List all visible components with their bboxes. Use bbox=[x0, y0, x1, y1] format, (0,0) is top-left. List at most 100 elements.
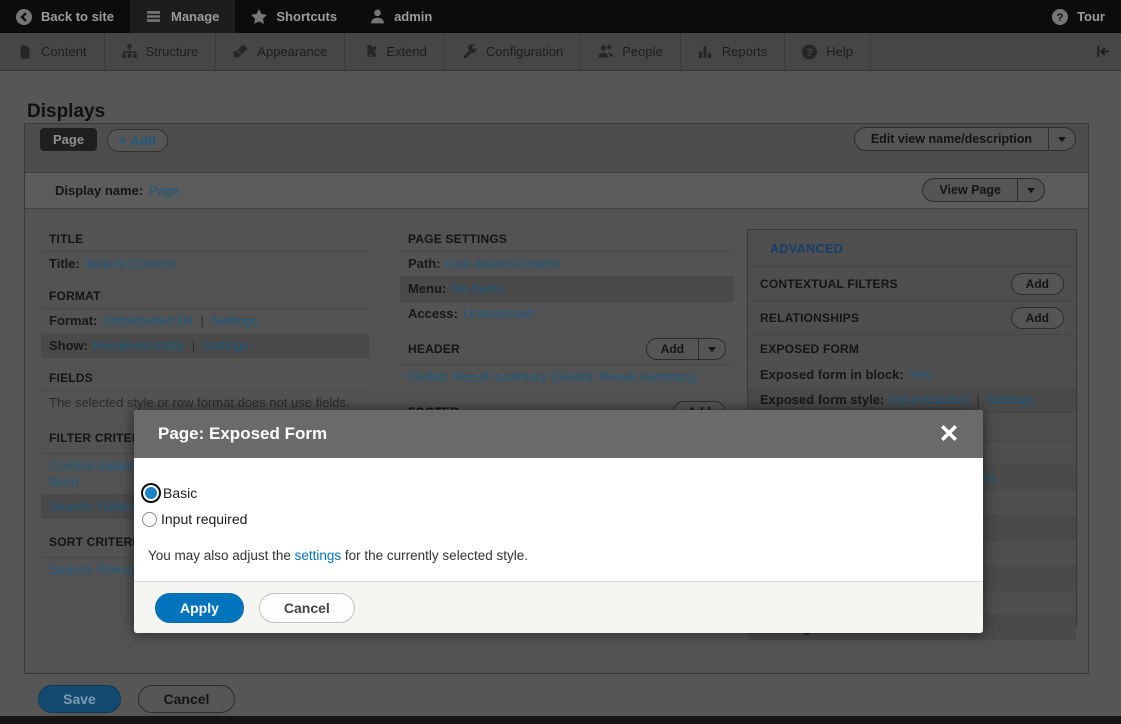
views-row-link[interactable]: Settings bbox=[202, 338, 249, 353]
modal-footer: Apply Cancel bbox=[134, 581, 983, 633]
views-row: Global: Result summary (Global: Result s… bbox=[400, 364, 734, 389]
svg-text:?: ? bbox=[806, 46, 813, 58]
menu-item-help[interactable]: ?Help bbox=[785, 33, 871, 70]
edit-view-button-group: Edit view name/description bbox=[854, 127, 1076, 151]
menu-item-reports[interactable]: Reports bbox=[681, 33, 786, 70]
menu-item-label: Extend bbox=[386, 44, 426, 59]
radio-option-basic[interactable]: Basic bbox=[142, 485, 969, 501]
toolbar-collapse-button[interactable] bbox=[1086, 33, 1121, 70]
menu-item-content[interactable]: Content bbox=[0, 33, 105, 70]
menu-item-label: Configuration bbox=[486, 44, 563, 59]
add-display-button[interactable]: +Add bbox=[107, 129, 168, 152]
display-name-value-link[interactable]: Page bbox=[149, 183, 179, 198]
add-button[interactable]: Add bbox=[1012, 308, 1063, 328]
views-section-relationships: RELATIONSHIPSAdd bbox=[748, 300, 1076, 334]
advanced-section-toggle[interactable]: ADVANCED bbox=[748, 230, 1076, 266]
radio-selected-icon[interactable] bbox=[143, 485, 159, 501]
toolbar-item-tour[interactable]: ?Tour bbox=[1036, 0, 1121, 33]
view-page-caret-button[interactable] bbox=[1017, 179, 1044, 201]
edit-view-name-button[interactable]: Edit view name/description bbox=[855, 128, 1048, 150]
views-row-link[interactable]: Settings bbox=[211, 313, 258, 328]
menu-item-label: Structure bbox=[146, 44, 199, 59]
views-row-link[interactable]: Settings bbox=[987, 392, 1034, 407]
menu-item-appearance[interactable]: Appearance bbox=[216, 33, 345, 70]
people-icon bbox=[598, 44, 613, 59]
wrench-icon bbox=[462, 44, 477, 59]
add-caret-button[interactable] bbox=[698, 339, 725, 359]
toolbar-item-admin[interactable]: admin bbox=[353, 0, 448, 33]
section-title: CONTEXTUAL FILTERS bbox=[760, 277, 898, 291]
views-section-fields: FIELDSThe selected style or row format d… bbox=[41, 366, 369, 415]
views-section-page-settings: PAGE SETTINGSPath:/solr-search/contentMe… bbox=[400, 227, 734, 326]
section-header: FORMAT bbox=[41, 284, 369, 308]
add-button[interactable]: Add bbox=[1012, 274, 1063, 294]
views-row: Exposed form in block:Yes bbox=[748, 362, 1076, 387]
section-header: RELATIONSHIPSAdd bbox=[748, 301, 1076, 334]
cancel-button[interactable]: Cancel bbox=[138, 685, 235, 713]
menu-item-structure[interactable]: Structure bbox=[105, 33, 217, 70]
column-middle: PAGE SETTINGSPath:/solr-search/contentMe… bbox=[400, 227, 734, 435]
page-title: Displays bbox=[27, 101, 105, 123]
apply-button[interactable]: Apply bbox=[155, 593, 244, 623]
save-button[interactable]: Save bbox=[38, 685, 121, 713]
chevron-down-icon bbox=[1058, 137, 1066, 142]
menu-item-label: Reports bbox=[722, 44, 768, 59]
views-row: Show:Rendered entity|Settings bbox=[41, 333, 369, 358]
collapse-left-icon bbox=[1096, 44, 1111, 59]
menu-item-people[interactable]: People bbox=[581, 33, 680, 70]
section-header: CONTEXTUAL FILTERS Add bbox=[748, 267, 1076, 300]
radio-unselected-icon[interactable] bbox=[142, 512, 157, 527]
tab-page-display[interactable]: Page bbox=[40, 128, 97, 151]
section-title: FIELDS bbox=[49, 371, 93, 385]
menu-item-label: Appearance bbox=[257, 44, 327, 59]
views-section-title: TITLE Title:Search Content bbox=[41, 227, 369, 276]
views-row: Title:Search Content bbox=[41, 251, 369, 276]
views-row: Exposed form style:Input required|Settin… bbox=[748, 387, 1076, 412]
views-section-format: FORMATFormat:Unformatted list|SettingsSh… bbox=[41, 284, 369, 358]
modal-cancel-button[interactable]: Cancel bbox=[259, 593, 355, 623]
toolbar-item-label: Back to site bbox=[41, 9, 114, 24]
toolbar-item-manage[interactable]: Manage bbox=[130, 0, 235, 33]
toolbar-item-label: admin bbox=[394, 9, 432, 24]
views-row-link[interactable]: Unformatted list bbox=[102, 313, 193, 328]
views-row-link[interactable]: Rendered entity bbox=[93, 338, 185, 353]
toolbar-item-label: Manage bbox=[171, 9, 219, 24]
section-title: TITLE bbox=[49, 232, 83, 246]
add-button[interactable]: Add bbox=[647, 339, 698, 359]
views-row-link[interactable]: Unrestricted bbox=[463, 306, 533, 321]
separator: | bbox=[192, 338, 195, 353]
section-title: HEADER bbox=[408, 342, 460, 356]
views-row-link[interactable]: /solr-search/content bbox=[446, 256, 560, 271]
toolbar-item-back-to-site[interactable]: Back to site bbox=[0, 0, 130, 33]
close-icon[interactable] bbox=[939, 424, 959, 444]
views-row-link[interactable]: Item) bbox=[49, 474, 79, 489]
views-row-link[interactable]: Yes bbox=[909, 367, 930, 382]
modal-title: Page: Exposed Form bbox=[158, 424, 327, 444]
puzzle-icon bbox=[362, 44, 377, 59]
views-row-link[interactable]: Global: Result summary (Global: Result s… bbox=[408, 369, 698, 384]
svg-text:?: ? bbox=[1057, 12, 1064, 24]
menu-toolbar: Content Structure Appearance Extend Configur… bbox=[0, 33, 1121, 71]
toolbar-item-shortcuts[interactable]: Shortcuts bbox=[235, 0, 353, 33]
back-arrow-icon bbox=[16, 9, 32, 25]
views-section-header: HEADER Add Global: Result summary (Global:… bbox=[400, 334, 734, 389]
document-icon bbox=[17, 44, 32, 59]
views-row-link[interactable]: No menu bbox=[451, 281, 504, 296]
barchart-icon bbox=[698, 44, 713, 59]
plus-icon: + bbox=[119, 133, 127, 148]
menu-item-extend[interactable]: Extend bbox=[345, 33, 444, 70]
views-row-link[interactable]: Search Content bbox=[85, 256, 175, 271]
section-title: PAGE SETTINGS bbox=[408, 232, 507, 246]
views-row-link[interactable]: Input required bbox=[889, 392, 969, 407]
settings-link[interactable]: settings bbox=[295, 548, 342, 563]
section-title: FORMAT bbox=[49, 289, 101, 303]
view-page-button[interactable]: View Page bbox=[923, 179, 1017, 201]
paintbrush-icon bbox=[233, 44, 248, 59]
views-row: Path:/solr-search/content bbox=[400, 251, 734, 276]
radio-label: Input required bbox=[161, 511, 247, 527]
radio-label: Basic bbox=[163, 485, 197, 501]
edit-view-caret-button[interactable] bbox=[1048, 128, 1075, 150]
radio-option-input-required[interactable]: Input required bbox=[142, 511, 969, 527]
menu-item-configuration[interactable]: Configuration bbox=[445, 33, 581, 70]
modal-titlebar[interactable]: Page: Exposed Form bbox=[134, 410, 983, 458]
